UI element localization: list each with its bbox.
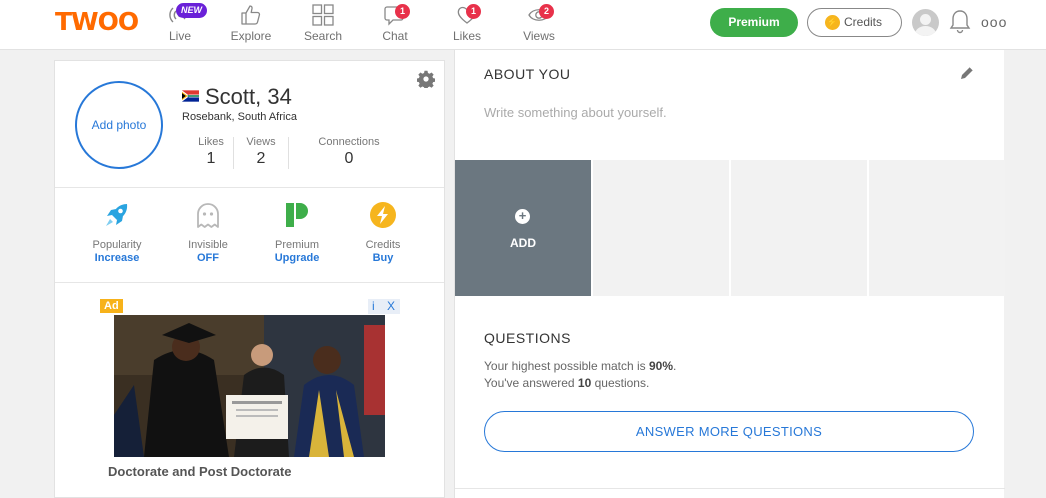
nav-live-label: Live <box>168 29 191 43</box>
nav-likes-label: Likes <box>452 29 481 43</box>
feature-invisible[interactable]: Invisible OFF <box>168 201 248 264</box>
profile-name: Scott, 34 <box>205 84 292 109</box>
ad-label: Ad <box>100 299 123 313</box>
match-value: 90% <box>648 359 674 373</box>
feature-credits-label: Credits <box>365 239 401 251</box>
premium-p-icon <box>286 203 308 227</box>
answered-prefix: You've answered <box>484 376 578 390</box>
answer-more-questions-button[interactable]: ANSWER MORE QUESTIONS <box>484 411 974 452</box>
answered-value: 10 <box>577 376 592 390</box>
profile-card: Add photo Scott, 34 Rosebank, South Afri… <box>54 60 445 498</box>
avatar-head-shape <box>920 14 931 25</box>
nav-views-label: Views <box>523 29 555 43</box>
feature-popularity[interactable]: Popularity Increase <box>77 201 157 264</box>
feature-invisible-label: Invisible <box>188 239 228 251</box>
stat-likes-label: Likes <box>198 136 224 148</box>
stat-connections-label: Connections <box>318 136 380 148</box>
feature-premium-action[interactable]: Upgrade <box>257 252 337 264</box>
feature-premium-label: Premium <box>274 239 319 251</box>
premium-button[interactable]: Premium <box>710 8 798 37</box>
stat-divider <box>288 137 289 169</box>
ad-choices[interactable]: i X <box>368 299 400 314</box>
match-suffix: . <box>673 359 677 373</box>
lightning-coin-icon: ⚡ <box>825 15 840 30</box>
nav-search-label: Search <box>303 29 343 43</box>
credits-button[interactable]: ⚡ Credits <box>807 8 902 37</box>
nav-search[interactable]: Search <box>293 3 353 47</box>
feature-popularity-label: Popularity <box>92 239 142 251</box>
info-icon[interactable]: i <box>372 299 375 314</box>
twoo-logo[interactable]: TWOO <box>55 9 139 35</box>
feature-credits[interactable]: Credits Buy <box>343 201 423 264</box>
nav-explore[interactable]: Explore <box>221 3 281 47</box>
match-prefix: Your highest possible match is <box>484 359 649 373</box>
new-badge: NEW <box>176 3 207 18</box>
stat-views[interactable]: Views 2 <box>242 136 280 168</box>
feature-premium[interactable]: Premium Upgrade <box>257 201 337 264</box>
ad-image[interactable] <box>114 315 385 457</box>
profile-location: Rosebank, South Africa <box>182 111 297 123</box>
south-africa-flag-icon <box>182 90 199 102</box>
feature-popularity-action[interactable]: Increase <box>77 252 157 264</box>
pencil-edit-icon[interactable] <box>959 65 975 81</box>
section-divider <box>55 282 444 283</box>
ghost-icon <box>197 203 219 228</box>
plus-icon: + <box>515 209 530 224</box>
stat-connections-value: 0 <box>344 150 354 167</box>
lightning-coin-icon <box>370 202 396 228</box>
answered-suffix: questions. <box>591 376 650 390</box>
stat-views-value: 2 <box>256 150 266 167</box>
ad-title[interactable]: Doctorate and Post Doctorate <box>108 464 291 479</box>
nav-views[interactable]: 2 Views <box>509 3 569 47</box>
stat-connections[interactable]: Connections 0 <box>311 136 387 168</box>
close-icon[interactable]: X <box>387 299 395 314</box>
nav-likes[interactable]: 1 Likes <box>437 3 497 47</box>
thumbs-up-icon <box>241 5 261 25</box>
credits-button-label: Credits <box>844 15 883 29</box>
bell-icon[interactable] <box>948 8 972 36</box>
chat-count-badge: 1 <box>395 4 410 19</box>
views-count-badge: 2 <box>539 4 554 19</box>
avatar-body-shape <box>915 26 936 36</box>
feature-invisible-action[interactable]: OFF <box>168 252 248 264</box>
empty-photo-slot[interactable] <box>593 160 729 296</box>
rocket-icon <box>106 204 128 226</box>
user-avatar[interactable] <box>912 9 939 36</box>
gear-icon[interactable] <box>417 70 435 88</box>
about-you-placeholder[interactable]: Write something about yourself. <box>484 105 667 120</box>
top-navigation: TWOO NEW Live Explore Search 1 Chat 1 Li… <box>0 0 1046 50</box>
match-text: Your highest possible match is 90%. <box>484 359 676 373</box>
about-panel: ABOUT YOU Write something about yourself… <box>454 50 1005 498</box>
answered-text: You've answered 10 questions. <box>484 376 649 390</box>
section-divider <box>455 488 1005 489</box>
stat-likes[interactable]: Likes 1 <box>194 136 228 168</box>
nav-explore-label: Explore <box>230 29 272 43</box>
nav-chat[interactable]: 1 Chat <box>365 3 425 47</box>
about-you-heading: ABOUT YOU <box>484 66 571 82</box>
add-photo-slot-label: ADD <box>510 236 536 250</box>
stat-likes-value: 1 <box>206 150 216 167</box>
stat-views-label: Views <box>246 136 276 148</box>
more-options-icon[interactable]: ooo <box>981 12 1009 32</box>
grid-icon <box>312 4 334 26</box>
empty-photo-slot[interactable] <box>731 160 867 296</box>
add-photo-button[interactable]: Add photo <box>75 81 163 169</box>
feature-credits-action[interactable]: Buy <box>343 252 423 264</box>
nav-chat-label: Chat <box>382 29 408 43</box>
section-divider <box>55 187 444 188</box>
nav-live[interactable]: NEW Live <box>150 3 210 47</box>
add-photo-slot[interactable]: + ADD <box>455 160 591 296</box>
empty-photo-slot[interactable] <box>869 160 1005 296</box>
likes-count-badge: 1 <box>466 4 481 19</box>
questions-heading: QUESTIONS <box>484 330 571 346</box>
stat-divider <box>233 137 234 169</box>
